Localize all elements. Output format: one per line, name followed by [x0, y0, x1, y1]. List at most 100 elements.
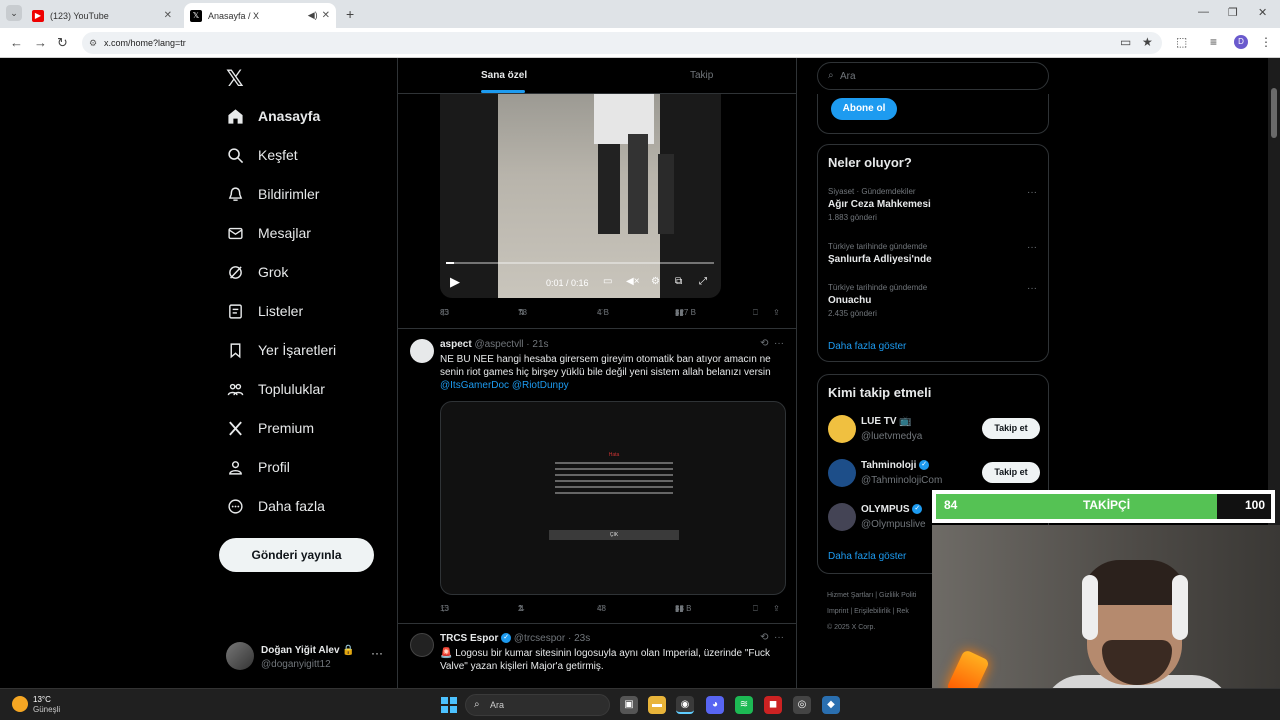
post-image[interactable]: Hata ÇIK — [440, 401, 786, 595]
trend-menu-icon[interactable]: ··· — [1027, 242, 1037, 253]
error-dialog: Hata ÇIK — [549, 452, 679, 542]
youtube-icon: ▶ — [32, 9, 44, 22]
post[interactable]: aspect @aspectvll · 21s ⟲ ··· NE BU NEE … — [398, 329, 796, 629]
sidebar-item-notifications[interactable]: Bildirimler — [226, 179, 319, 209]
sidebar-item-home[interactable]: Anasayfa — [226, 101, 320, 131]
follow-suggestion[interactable]: Tahminoloji ✓ @TahminolojiCom Takip et — [828, 457, 1043, 489]
file-explorer-icon[interactable]: ▬ — [648, 696, 666, 714]
tab-for-you[interactable]: Sana özel — [481, 70, 527, 81]
speaker-icon[interactable]: ◀) — [308, 10, 318, 21]
trend-menu-icon[interactable]: ··· — [1027, 187, 1037, 198]
follow-suggestion[interactable]: LUE TV 📺 @luetvmedya Takip et — [828, 413, 1043, 445]
share-icon[interactable]: ⇪ — [773, 308, 780, 317]
trend-item[interactable]: Türkiye tarihinde gündemde Şanlıurfa Adl… — [828, 242, 1043, 265]
forward-icon[interactable]: → — [34, 35, 47, 50]
avatar[interactable] — [410, 633, 434, 657]
post-menu-icon[interactable]: ⟲ ··· — [760, 632, 784, 643]
discord-icon[interactable]: ◕ — [706, 696, 724, 714]
settings-icon[interactable]: ⚙ — [651, 276, 660, 287]
post-author[interactable]: aspect — [440, 339, 472, 350]
sidebar-item-premium[interactable]: Premium — [226, 413, 314, 443]
scrollbar-thumb[interactable] — [1271, 88, 1277, 138]
trend-menu-icon[interactable]: ··· — [1027, 283, 1037, 294]
post-menu-icon[interactable]: ⟲ ··· — [760, 338, 784, 349]
search-input[interactable]: ⌕ Ara — [817, 62, 1049, 90]
app-icon[interactable]: ◼ — [764, 696, 782, 714]
tab-following[interactable]: Takip — [690, 70, 713, 81]
spotify-icon[interactable]: ≋ — [735, 696, 753, 714]
avatar — [226, 642, 254, 670]
chrome-icon[interactable]: ◉ — [676, 696, 694, 714]
account-switcher[interactable]: Doğan Yiğit Alev 🔒 @doganyigitt12 ··· — [226, 638, 386, 678]
tab-youtube[interactable]: ▶ (123) YouTube ✕ — [26, 3, 178, 28]
sun-icon — [12, 696, 28, 712]
subscribe-button[interactable]: Abone ol — [831, 98, 897, 120]
footer-line[interactable]: Hizmet Şartları | Gizlilik Politi — [827, 588, 937, 604]
follow-button[interactable]: Takip et — [982, 418, 1040, 439]
play-icon[interactable]: ▶ — [450, 274, 460, 290]
close-window-icon[interactable]: ✕ — [1258, 6, 1267, 19]
back-icon[interactable]: ← — [10, 35, 23, 50]
minimize-icon[interactable]: — — [1198, 6, 1209, 18]
bookmark-icon[interactable]: ⎕ — [753, 308, 758, 318]
tab-search-button[interactable]: ⌄ — [6, 5, 22, 21]
bookmark-icon[interactable]: ⎕ — [753, 604, 758, 614]
more-icon[interactable]: ··· — [371, 646, 383, 660]
task-view-icon[interactable]: ▣ — [620, 696, 638, 714]
close-tab-icon[interactable]: ✕ — [164, 10, 172, 21]
post[interactable]: TRCS Espor ✓ @trcsespor · 23s ⟲ ··· 🚨 Lo… — [398, 623, 796, 688]
fullscreen-icon[interactable]: ⤢ — [699, 276, 707, 287]
cast-icon[interactable]: ▭ — [1120, 35, 1131, 49]
video-progress[interactable] — [446, 262, 714, 264]
post-author[interactable]: TRCS Espor — [440, 633, 498, 644]
taskbar-search[interactable]: ⌕ Ara — [465, 694, 610, 716]
sidebar-item-bookmarks[interactable]: Yer İşaretleri — [226, 335, 336, 365]
profile-avatar[interactable]: D — [1234, 35, 1248, 49]
sidebar-item-more[interactable]: Daha fazla — [226, 491, 325, 521]
sidebar-item-communities[interactable]: Topluluklar — [226, 374, 325, 404]
reading-list-icon[interactable]: ≡ — [1210, 35, 1217, 49]
trend-item[interactable]: Siyaset · Gündemdekiler Ağır Ceza Mahkem… — [828, 187, 1043, 222]
sidebar-item-messages[interactable]: Mesajlar — [226, 218, 311, 248]
trends-title: Neler oluyor? — [828, 155, 912, 170]
sidebar-item-profile[interactable]: Profil — [226, 452, 290, 482]
post-button[interactable]: Gönderi yayınla — [219, 538, 374, 572]
captions-icon[interactable]: ▭ — [603, 276, 612, 287]
account-name: Doğan Yiğit Alev 🔒 — [261, 645, 355, 656]
sidebar-item-grok[interactable]: Grok — [226, 257, 288, 287]
avatar[interactable] — [410, 339, 434, 363]
sidebar-item-explore[interactable]: Keşfet — [226, 140, 298, 170]
site-info-icon[interactable]: ⚙ — [89, 32, 97, 54]
x-logo[interactable]: 𝕏 — [226, 66, 244, 92]
sidebar-item-label: Anasayfa — [258, 108, 321, 124]
footer-line[interactable]: Imprint | Erişilebilirlik | Rek — [827, 604, 937, 620]
show-more-link[interactable]: Daha fazla göster — [828, 551, 906, 562]
new-tab-button[interactable]: + — [346, 6, 354, 22]
mute-icon[interactable]: ◀× — [626, 276, 640, 287]
start-button[interactable] — [441, 697, 457, 713]
video-player[interactable]: ▶ 0:01 / 0:16 ▭ ◀× ⚙ ⧉ ⤢ — [440, 94, 721, 298]
star-icon[interactable]: ★ — [1142, 35, 1153, 49]
maximize-icon[interactable]: ❐ — [1228, 6, 1238, 19]
share-icon[interactable]: ⇪ — [773, 604, 780, 613]
avatar[interactable] — [828, 415, 856, 443]
tab-x[interactable]: 𝕏 Anasayfa / X ◀) ✕ — [184, 3, 336, 28]
post-handle[interactable]: @aspectvll · 21s — [474, 339, 548, 350]
url-bar[interactable]: ⚙ x.com/home?lang=tr — [82, 32, 1162, 54]
obs-icon[interactable]: ◎ — [793, 696, 811, 714]
browser-menu-icon[interactable]: ⋮ — [1260, 35, 1272, 49]
avatar[interactable] — [828, 503, 856, 531]
extensions-icon[interactable]: ⬚ — [1176, 35, 1187, 49]
reload-icon[interactable]: ↻ — [57, 35, 68, 51]
close-tab-icon[interactable]: ✕ — [322, 10, 330, 21]
follow-button[interactable]: Takip et — [982, 462, 1040, 483]
pip-icon[interactable]: ⧉ — [675, 276, 682, 287]
show-more-link[interactable]: Daha fazla göster — [828, 341, 906, 352]
post-handle[interactable]: @trcsespor · 23s — [514, 633, 590, 644]
sidebar-item-lists[interactable]: Listeler — [226, 296, 303, 326]
avatar[interactable] — [828, 459, 856, 487]
app-icon[interactable]: ◆ — [822, 696, 840, 714]
trend-item[interactable]: Türkiye tarihinde gündemde Onuachu 2.435… — [828, 283, 1043, 318]
mentions-link[interactable]: @ItsGamerDoc @RiotDunpy — [440, 380, 569, 391]
weather-widget[interactable]: 13°C Güneşli — [12, 694, 92, 716]
